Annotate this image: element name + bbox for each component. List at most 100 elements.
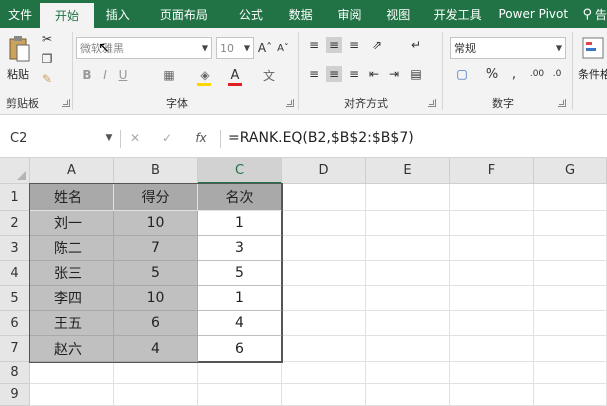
empty-cell[interactable] (366, 236, 450, 261)
tell-me[interactable]: ⚲ 告 (582, 0, 607, 28)
empty-cell[interactable] (366, 211, 450, 236)
conditional-format-icon[interactable] (580, 34, 606, 62)
tab-data[interactable]: 数据 (276, 0, 326, 28)
empty-cell[interactable] (534, 362, 607, 384)
tab-insert[interactable]: 插入 (94, 0, 142, 28)
enter-check-icon[interactable]: ✓ (160, 130, 174, 146)
font-name-box[interactable]: 微软雅黑 ▼ (76, 37, 212, 59)
empty-cell[interactable] (30, 362, 114, 384)
name-box[interactable]: C2 (6, 127, 100, 149)
cell-c1[interactable]: 名次 (198, 184, 282, 211)
cell-a5[interactable]: 李四 (30, 286, 114, 311)
paste-icon[interactable] (6, 34, 32, 64)
empty-cell[interactable] (534, 236, 607, 261)
cell-b1[interactable]: 得分 (114, 184, 198, 211)
empty-cell[interactable] (366, 261, 450, 286)
empty-cell[interactable] (450, 211, 534, 236)
column-header-c[interactable]: C (198, 158, 282, 184)
cell-a6[interactable]: 王五 (30, 311, 114, 336)
cell-c5[interactable]: 1 (198, 286, 282, 311)
empty-cell[interactable] (366, 362, 450, 384)
cell-a3[interactable]: 陈二 (30, 236, 114, 261)
cell-b3[interactable]: 7 (114, 236, 198, 261)
formula-input[interactable]: =RANK.EQ(B2,$B$2:$B$7) (228, 127, 414, 149)
increase-font-icon[interactable]: Aˆ (258, 40, 272, 56)
cell-b7[interactable]: 4 (114, 336, 198, 362)
empty-cell[interactable] (534, 384, 607, 406)
empty-cell[interactable] (282, 236, 366, 261)
cell-b4[interactable]: 5 (114, 261, 198, 286)
tab-view[interactable]: 视图 (373, 0, 423, 28)
phonetic-icon[interactable]: 文 (262, 66, 276, 84)
comma-style-icon[interactable]: , (506, 66, 522, 82)
clipboard-launcher-icon[interactable] (62, 99, 70, 107)
decrease-font-icon[interactable]: Aˇ (276, 40, 290, 56)
empty-cell[interactable] (366, 336, 450, 362)
tab-power-pivot[interactable]: Power Pivot (492, 0, 574, 28)
cell-c3[interactable]: 3 (198, 236, 282, 261)
format-painter-icon[interactable]: ✎ (40, 72, 54, 86)
name-box-dropdown-icon[interactable]: ▼ (104, 132, 114, 144)
column-header-a[interactable]: A (30, 158, 114, 184)
cell-c2[interactable]: 1 (198, 211, 282, 236)
underline-icon[interactable]: U (116, 66, 130, 84)
select-all-corner[interactable] (0, 158, 30, 184)
empty-cell[interactable] (282, 336, 366, 362)
align-bottom-icon[interactable]: ≡ (346, 37, 362, 53)
alignment-launcher-icon[interactable] (428, 99, 436, 107)
increase-indent-icon[interactable]: ⇥ (386, 66, 402, 82)
copy-icon[interactable]: ❐ (40, 52, 54, 66)
cell-c4[interactable]: 5 (198, 261, 282, 286)
empty-cell[interactable] (450, 384, 534, 406)
row-header-5[interactable]: 5 (0, 286, 30, 311)
empty-cell[interactable] (450, 261, 534, 286)
row-header-1[interactable]: 1 (0, 184, 30, 211)
number-launcher-icon[interactable] (558, 99, 566, 107)
tab-page-layout[interactable]: 页面布局 (142, 0, 226, 28)
tab-developer[interactable]: 开发工具 (423, 0, 492, 28)
empty-cell[interactable] (282, 362, 366, 384)
row-header-6[interactable]: 6 (0, 311, 30, 336)
decrease-decimal-icon[interactable]: .0 (548, 66, 566, 82)
row-header-3[interactable]: 3 (0, 236, 30, 261)
cell-a1[interactable]: 姓名 (30, 184, 114, 211)
empty-cell[interactable] (450, 336, 534, 362)
empty-cell[interactable] (366, 311, 450, 336)
align-center-icon[interactable]: ≡ (326, 66, 342, 82)
empty-cell[interactable] (282, 184, 366, 211)
align-middle-icon[interactable]: ≡ (326, 37, 342, 53)
tab-home[interactable]: 开始 (40, 0, 94, 28)
row-header-4[interactable]: 4 (0, 261, 30, 286)
font-launcher-icon[interactable] (286, 99, 294, 107)
empty-cell[interactable] (534, 286, 607, 311)
empty-cell[interactable] (114, 362, 198, 384)
empty-cell[interactable] (282, 286, 366, 311)
align-right-icon[interactable]: ≡ (346, 66, 362, 82)
empty-cell[interactable] (366, 286, 450, 311)
empty-cell[interactable] (450, 236, 534, 261)
merge-center-icon[interactable]: ▤ (408, 66, 424, 82)
empty-cell[interactable] (450, 184, 534, 211)
column-header-e[interactable]: E (366, 158, 450, 184)
empty-cell[interactable] (198, 384, 282, 406)
empty-cell[interactable] (534, 211, 607, 236)
empty-cell[interactable] (30, 384, 114, 406)
empty-cell[interactable] (366, 184, 450, 211)
column-header-d[interactable]: D (282, 158, 366, 184)
row-header-2[interactable]: 2 (0, 211, 30, 236)
empty-cell[interactable] (282, 311, 366, 336)
insert-function-icon[interactable]: fx (192, 130, 210, 146)
cell-c6[interactable]: 4 (198, 311, 282, 336)
empty-cell[interactable] (282, 384, 366, 406)
column-header-g[interactable]: G (534, 158, 607, 184)
accounting-format-icon[interactable]: ▢ (452, 66, 472, 82)
bold-icon[interactable]: B (80, 66, 94, 84)
column-header-b[interactable]: B (114, 158, 198, 184)
cell-a7[interactable]: 赵六 (30, 336, 114, 362)
empty-cell[interactable] (534, 261, 607, 286)
empty-cell[interactable] (534, 184, 607, 211)
cell-b6[interactable]: 6 (114, 311, 198, 336)
tab-formulas[interactable]: 公式 (226, 0, 276, 28)
column-header-f[interactable]: F (450, 158, 534, 184)
fill-color-icon[interactable]: ◈ (196, 66, 214, 84)
